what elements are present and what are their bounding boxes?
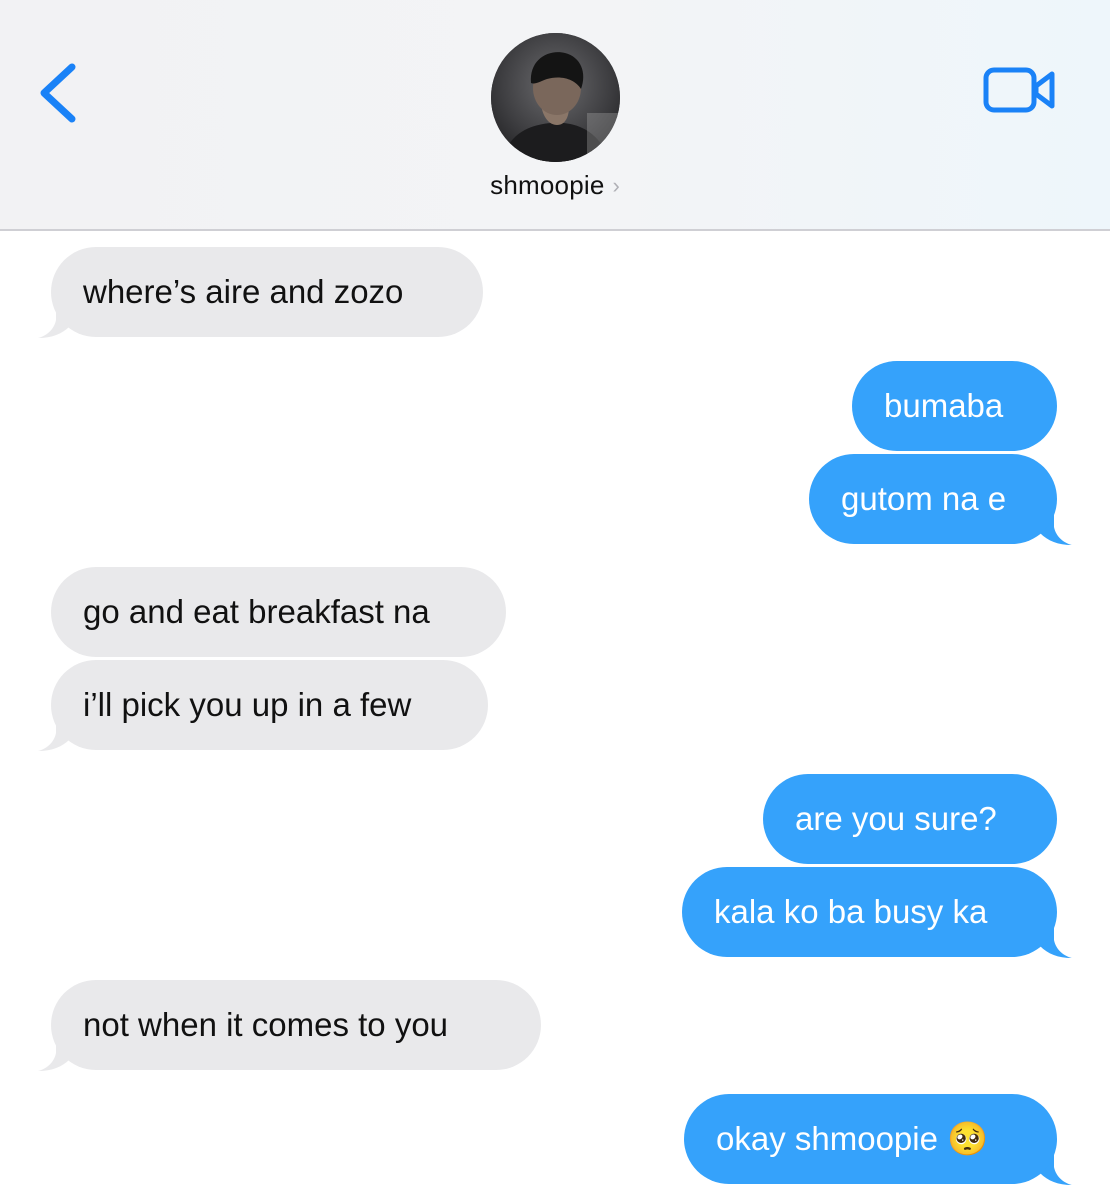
- chevron-left-icon: [40, 63, 76, 123]
- message-text: go and eat breakfast na: [83, 593, 430, 630]
- message-text: are you sure?: [795, 800, 997, 837]
- message-bubble-sent[interactable]: okay shmoopie 🥺: [684, 1094, 1057, 1184]
- message-bubble-received[interactable]: where’s aire and zozo: [51, 247, 483, 337]
- message-bubble-sent[interactable]: bumaba: [852, 361, 1057, 451]
- message-text: kala ko ba busy ka: [714, 893, 988, 930]
- back-button[interactable]: [30, 55, 90, 135]
- message-bubble-received[interactable]: i’ll pick you up in a few: [51, 660, 488, 750]
- contact-name-button[interactable]: shmoopie ›: [0, 170, 1110, 201]
- message-bubble-sent[interactable]: are you sure?: [763, 774, 1057, 864]
- message-bubble-sent[interactable]: gutom na e: [809, 454, 1057, 544]
- message-text: bumaba: [884, 387, 1004, 424]
- video-camera-icon: [983, 67, 1055, 113]
- conversation-header: shmoopie ›: [0, 0, 1110, 231]
- contact-name: shmoopie: [490, 170, 605, 200]
- message-bubble-received[interactable]: not when it comes to you: [51, 980, 541, 1070]
- chevron-right-icon: ›: [612, 173, 620, 198]
- facetime-video-button[interactable]: [980, 60, 1060, 122]
- message-bubble-sent[interactable]: kala ko ba busy ka: [682, 867, 1057, 957]
- message-text: i’ll pick you up in a few: [83, 686, 412, 723]
- message-text: okay shmoopie 🥺: [716, 1120, 989, 1157]
- message-text: not when it comes to you: [83, 1006, 449, 1043]
- avatar[interactable]: [491, 33, 620, 162]
- message-bubble-received[interactable]: go and eat breakfast na: [51, 567, 506, 657]
- avatar-photo: [491, 33, 620, 162]
- message-text: where’s aire and zozo: [83, 273, 404, 310]
- message-text: gutom na e: [841, 480, 1007, 517]
